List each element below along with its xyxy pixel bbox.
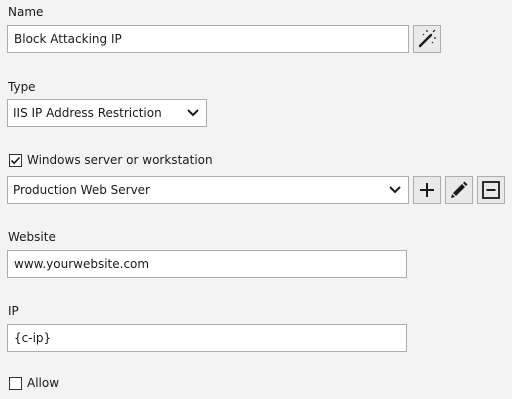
add-server-button[interactable] bbox=[413, 176, 441, 204]
windows-server-checkbox[interactable] bbox=[9, 154, 22, 167]
magic-wand-button[interactable] bbox=[413, 25, 441, 53]
magic-wand-icon bbox=[418, 29, 436, 48]
website-input[interactable]: www.yourwebsite.com bbox=[7, 250, 407, 278]
ip-input[interactable]: {c-ip} bbox=[7, 324, 407, 352]
allow-checkbox[interactable] bbox=[9, 377, 22, 390]
edit-server-button[interactable] bbox=[445, 176, 473, 204]
name-label: Name bbox=[8, 5, 44, 19]
server-dropdown[interactable]: Production Web Server bbox=[7, 176, 409, 204]
website-label: Website bbox=[8, 230, 56, 244]
type-selected-value: IIS IP Address Restriction bbox=[13, 106, 162, 120]
name-input[interactable]: Block Attacking IP bbox=[7, 25, 409, 53]
ip-label: IP bbox=[8, 304, 19, 318]
remove-server-button[interactable] bbox=[477, 176, 505, 204]
server-selected-value: Production Web Server bbox=[13, 183, 150, 197]
pencil-icon bbox=[451, 181, 468, 198]
type-dropdown[interactable]: IIS IP Address Restriction bbox=[7, 99, 207, 127]
allow-label[interactable]: Allow bbox=[27, 376, 59, 390]
windows-server-label[interactable]: Windows server or workstation bbox=[27, 153, 213, 167]
minus-box-icon bbox=[482, 181, 500, 199]
checkmark-icon bbox=[10, 156, 21, 165]
type-label: Type bbox=[8, 80, 36, 94]
chevron-down-icon bbox=[389, 186, 401, 194]
chevron-down-icon bbox=[187, 109, 199, 117]
plus-icon bbox=[420, 183, 434, 197]
